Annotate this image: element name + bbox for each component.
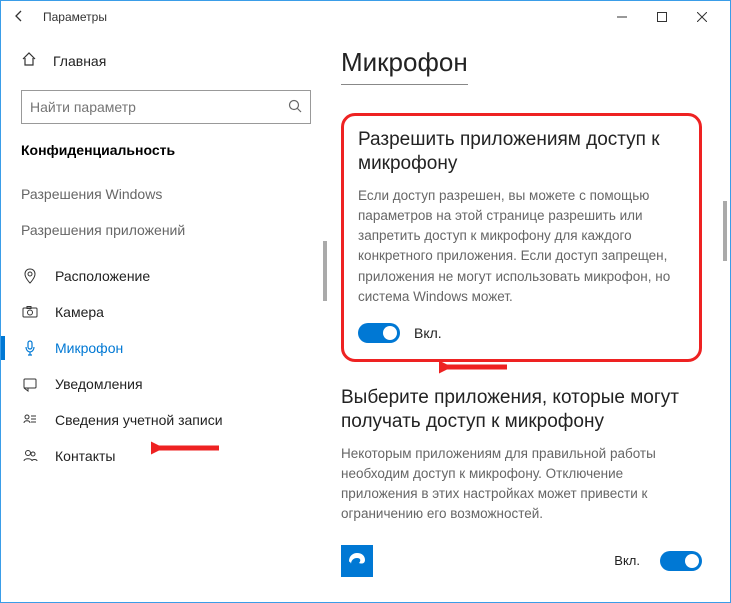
account-icon [21,412,39,428]
maximize-button[interactable] [642,3,682,31]
sidebar-item-microphone[interactable]: Микрофон [21,330,311,366]
sidebar-item-account-info[interactable]: Сведения учетной записи [21,402,311,438]
scrollbar[interactable] [323,241,327,301]
contacts-icon [21,448,39,464]
sidebar-home[interactable]: Главная [21,43,311,78]
search-input[interactable] [21,90,311,124]
allow-apps-toggle[interactable] [358,323,400,343]
group-app-permissions: Разрешения приложений [21,222,311,238]
sidebar-item-label: Микрофон [55,340,123,356]
window-title: Параметры [43,10,602,24]
sidebar-item-camera[interactable]: Камера [21,294,311,330]
main-panel: Микрофон Разрешить приложениям доступ к … [331,33,730,602]
location-icon [21,268,39,284]
highlighted-section: Разрешить приложениям доступ к микрофону… [341,113,702,362]
sidebar-item-location[interactable]: Расположение [21,258,311,294]
app-row: Вкл. [341,541,702,581]
sidebar-home-label: Главная [53,53,106,69]
section-choose-title: Выберите приложения, которые могут получ… [341,386,702,434]
back-button[interactable] [9,9,29,26]
page-title: Микрофон [341,47,468,85]
minimize-button[interactable] [602,3,642,31]
sidebar-item-notifications[interactable]: Уведомления [21,366,311,402]
notifications-icon [21,376,39,392]
category-header: Конфиденциальность [21,142,311,158]
app-toggle[interactable] [660,551,702,571]
app-toggle-label: Вкл. [614,553,640,568]
home-icon [21,51,37,70]
section-choose-desc: Некоторым приложениям для правильной раб… [341,444,702,525]
section-allow-title: Разрешить приложениям доступ к микрофону [358,128,685,176]
edge-icon [341,545,373,577]
section-allow-desc: Если доступ разрешен, вы можете с помощь… [358,186,685,308]
sidebar-item-label: Расположение [55,268,150,284]
close-button[interactable] [682,3,722,31]
group-windows-permissions[interactable]: Разрешения Windows [21,186,311,202]
camera-icon [21,304,39,320]
allow-apps-toggle-label: Вкл. [414,325,442,341]
microphone-icon [21,340,39,356]
sidebar: Главная Конфиденциальность Разрешения Wi… [1,33,331,602]
search-field[interactable] [30,99,302,115]
sidebar-item-label: Камера [55,304,104,320]
sidebar-item-label: Сведения учетной записи [55,412,223,428]
scrollbar[interactable] [723,201,727,261]
sidebar-item-label: Уведомления [55,376,143,392]
search-icon [288,99,302,116]
sidebar-item-contacts[interactable]: Контакты [21,438,311,474]
sidebar-item-label: Контакты [55,448,115,464]
